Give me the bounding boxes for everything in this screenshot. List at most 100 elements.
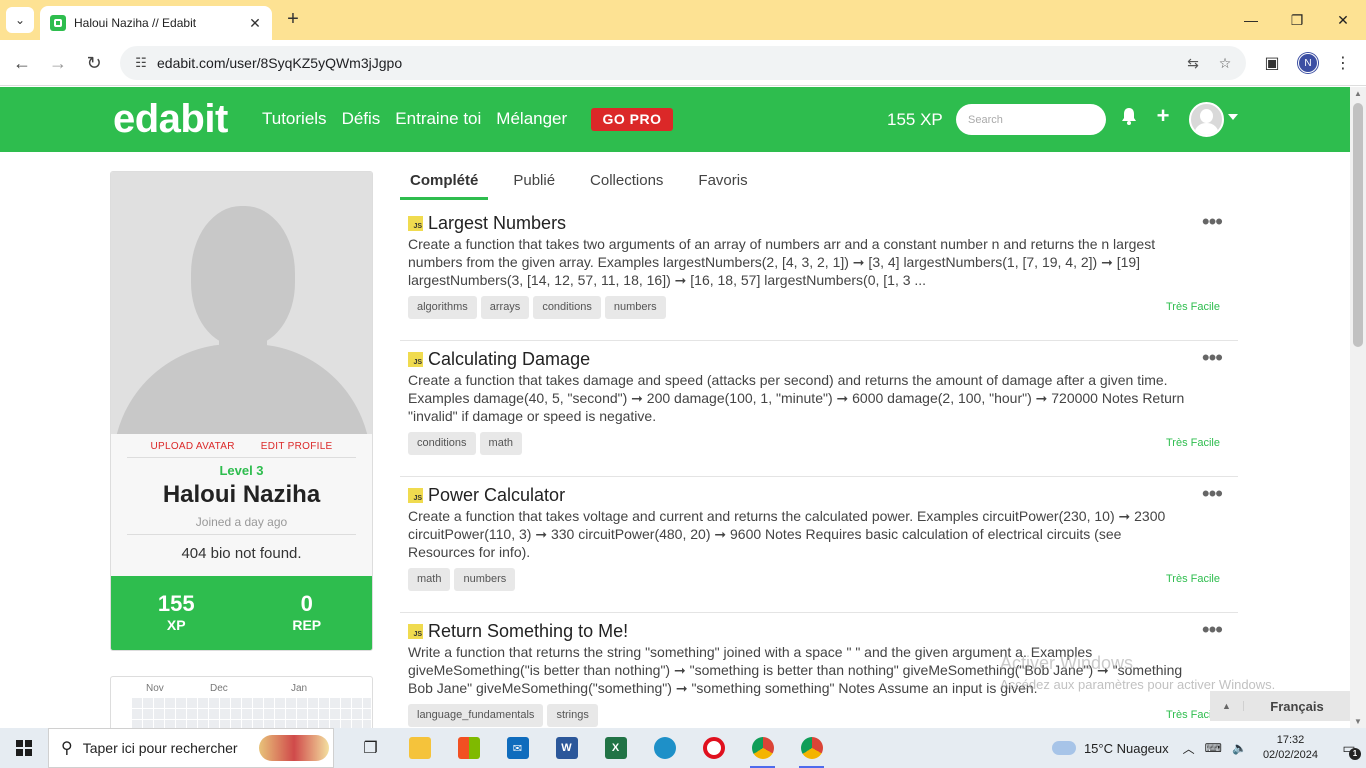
- window-close-icon[interactable]: ✕: [1320, 0, 1366, 40]
- opera-button[interactable]: [689, 728, 738, 768]
- new-tab-button[interactable]: +: [282, 8, 304, 30]
- scroll-up-icon[interactable]: ▲: [1354, 89, 1362, 98]
- tab-complete[interactable]: Complété: [400, 170, 489, 200]
- tab-close-icon[interactable]: ✕: [246, 14, 264, 32]
- reload-icon[interactable]: ↻: [82, 51, 106, 75]
- volume-icon[interactable]: 🔈: [1232, 741, 1247, 755]
- url-text[interactable]: edabit.com/user/8SyqKZ5yQWm3jJgpo: [157, 55, 1182, 71]
- mail-icon: ✉: [506, 737, 529, 759]
- challenge-list: JS Largest Numbers ••• Create a function…: [400, 205, 1238, 728]
- site-info-icon[interactable]: ☷: [130, 52, 152, 74]
- bell-icon[interactable]: [1118, 107, 1140, 131]
- challenge-title[interactable]: Return Something to Me!: [428, 621, 628, 642]
- user-bio: 404 bio not found.: [181, 545, 302, 562]
- challenge-title[interactable]: Largest Numbers: [428, 213, 566, 234]
- go-pro-button[interactable]: GO PRO: [591, 108, 673, 131]
- more-options-icon[interactable]: •••: [1202, 617, 1223, 643]
- tab-collections[interactable]: Collections: [580, 170, 673, 200]
- taskbar-search[interactable]: ⚲ Taper ici pour rechercher: [48, 728, 334, 768]
- user-name: Haloui Naziha: [162, 481, 321, 508]
- plus-icon[interactable]: +: [1152, 103, 1174, 128]
- tag[interactable]: language_fundamentals: [408, 704, 544, 727]
- challenge-tags: conditions math: [408, 432, 523, 455]
- tag[interactable]: math: [408, 568, 451, 591]
- chrome-profile-button[interactable]: [787, 728, 836, 768]
- edge-button[interactable]: [640, 728, 689, 768]
- profile-actions: UPLOAD AVATAR EDIT PROFILE: [111, 441, 372, 452]
- store-button[interactable]: [444, 728, 493, 768]
- clock[interactable]: 17:32 02/02/2024: [1263, 733, 1318, 763]
- chrome-button[interactable]: [738, 728, 787, 768]
- word-button[interactable]: W: [542, 728, 591, 768]
- browser-tab[interactable]: Haloui Naziha // Edabit ✕: [40, 6, 272, 40]
- challenge-item[interactable]: JS Largest Numbers ••• Create a function…: [400, 205, 1238, 341]
- back-icon[interactable]: ←: [10, 51, 34, 75]
- edit-profile-link[interactable]: EDIT PROFILE: [261, 441, 333, 452]
- more-options-icon[interactable]: •••: [1202, 481, 1223, 507]
- task-view-button[interactable]: ❐: [346, 728, 395, 768]
- side-panel-icon[interactable]: ▣: [1261, 51, 1283, 75]
- chrome-icon: [751, 737, 774, 759]
- forward-icon[interactable]: →: [46, 51, 70, 75]
- more-options-icon[interactable]: •••: [1202, 345, 1223, 371]
- upload-avatar-link[interactable]: UPLOAD AVATAR: [150, 441, 234, 452]
- user-menu-avatar[interactable]: [1189, 102, 1224, 137]
- user-level: Level 3: [219, 463, 264, 478]
- user-stats: 155 XP 0 REP: [111, 576, 372, 650]
- chevron-down-icon[interactable]: [1228, 114, 1238, 120]
- challenge-title-row: JS Return Something to Me!: [408, 621, 628, 642]
- restore-icon[interactable]: ❐: [1274, 0, 1320, 40]
- javascript-icon: JS: [408, 216, 423, 231]
- file-explorer-button[interactable]: [395, 728, 444, 768]
- profile-button[interactable]: N: [1296, 51, 1320, 75]
- challenge-item[interactable]: JS Power Calculator ••• Create a functio…: [400, 477, 1238, 613]
- search-input[interactable]: [956, 104, 1106, 135]
- content-tabs: Complété Publié Collections Favoris: [400, 170, 773, 200]
- challenge-description: Create a function that takes voltage and…: [408, 508, 1166, 560]
- scrollbar-thumb[interactable]: [1353, 103, 1363, 347]
- nav-entraine-toi[interactable]: Entraine toi: [395, 109, 481, 129]
- tag[interactable]: conditions: [533, 296, 601, 319]
- chrome-menu-icon[interactable]: ⋮: [1333, 51, 1353, 75]
- notifications-button[interactable]: ▭ 1: [1332, 728, 1366, 768]
- minimize-icon[interactable]: —: [1228, 0, 1274, 40]
- browser-tabstrip: ⌄ Haloui Naziha // Edabit ✕ + — ❐ ✕: [0, 0, 1366, 40]
- tag[interactable]: arrays: [480, 296, 530, 319]
- challenge-item[interactable]: JS Calculating Damage ••• Create a funct…: [400, 341, 1238, 477]
- difficulty-label: Très Facile: [1166, 437, 1220, 449]
- tag[interactable]: algorithms: [408, 296, 477, 319]
- more-options-icon[interactable]: •••: [1202, 209, 1223, 235]
- weather-widget[interactable]: 15°C Nuageux: [1051, 741, 1169, 756]
- xp-label: XP: [166, 617, 186, 633]
- nav-tutoriels[interactable]: Tutoriels: [262, 109, 327, 129]
- tag[interactable]: strings: [547, 704, 598, 727]
- tab-publie[interactable]: Publié: [503, 170, 565, 200]
- tag[interactable]: numbers: [604, 296, 666, 319]
- tag[interactable]: math: [479, 432, 523, 455]
- tab-search-button[interactable]: ⌄: [6, 7, 34, 33]
- tag[interactable]: conditions: [408, 432, 476, 455]
- network-icon[interactable]: ⌨: [1205, 741, 1222, 755]
- language-selector[interactable]: ▲ Français: [1210, 691, 1350, 721]
- chevron-up-icon[interactable]: ︿: [1183, 740, 1195, 757]
- nav-melanger[interactable]: Mélanger: [496, 109, 567, 129]
- page-scrollbar[interactable]: ▲ ▼: [1350, 87, 1366, 728]
- tag[interactable]: numbers: [454, 568, 516, 591]
- activity-calendar: Nov Dec Jan: [110, 676, 373, 736]
- nav-defis[interactable]: Défis: [342, 109, 381, 129]
- scroll-down-icon[interactable]: ▼: [1354, 717, 1362, 726]
- profile-card: UPLOAD AVATAR EDIT PROFILE Level 3 Halou…: [110, 171, 373, 651]
- address-bar[interactable]: ☷ edabit.com/user/8SyqKZ5yQWm3jJgpo ⇆ ☆: [120, 46, 1246, 80]
- challenge-title[interactable]: Calculating Damage: [428, 349, 590, 370]
- tab-favoris[interactable]: Favoris: [688, 170, 757, 200]
- start-button[interactable]: [0, 728, 48, 768]
- challenge-title[interactable]: Power Calculator: [428, 485, 565, 506]
- chevron-up-icon[interactable]: ▲: [1210, 701, 1244, 711]
- site-logo[interactable]: edabit: [113, 97, 228, 142]
- challenge-tags: math numbers: [408, 568, 516, 591]
- opera-icon: [702, 737, 725, 759]
- mail-button[interactable]: ✉: [493, 728, 542, 768]
- bookmark-star-icon[interactable]: ☆: [1214, 52, 1236, 74]
- excel-button[interactable]: X: [591, 728, 640, 768]
- translate-icon[interactable]: ⇆: [1182, 52, 1204, 74]
